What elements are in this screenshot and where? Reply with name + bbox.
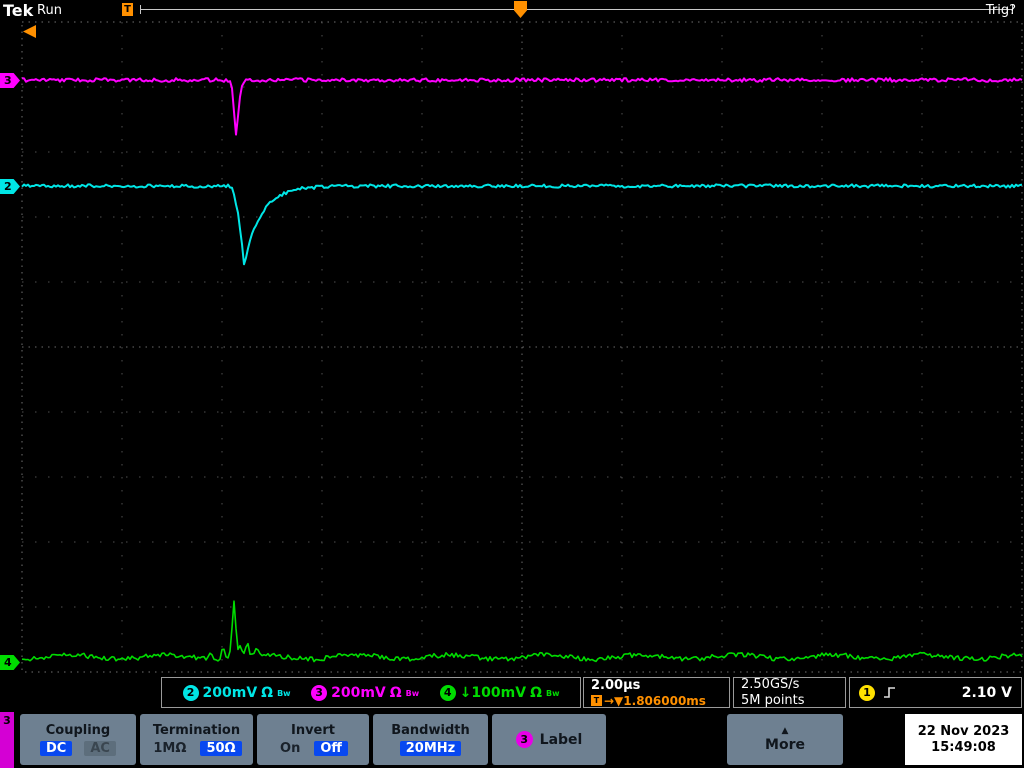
sample-rate: 2.50GS/s <box>741 677 800 692</box>
trigger-position-value: →▼1.806000ms <box>604 693 706 708</box>
timebase-readout[interactable]: 2.00µs T →▼1.806000ms <box>583 677 730 708</box>
chevron-up-icon: ▲ <box>781 726 789 736</box>
graticule <box>21 21 1023 673</box>
termination-title: Termination <box>152 723 241 738</box>
trigger-level-value: 2.10 V <box>961 684 1012 701</box>
datetime-display: 22 Nov 2023 15:49:08 <box>905 714 1022 765</box>
bandwidth-option-20mhz[interactable]: 20MHz <box>399 741 462 756</box>
ch2-badge-icon: 2 <box>182 684 199 701</box>
time-text: 15:49:08 <box>931 740 996 755</box>
ch2-scale: 200mV <box>202 684 258 701</box>
tek-logo: Tek <box>3 1 34 20</box>
more-button[interactable]: ▲ More <box>727 714 843 765</box>
ch3-badge-icon: 3 <box>311 684 328 701</box>
trigger-position-readout: T →▼1.806000ms <box>591 694 722 708</box>
termination-button[interactable]: Termination 1MΩ 50Ω <box>140 714 253 765</box>
ch4-scale: ↓100mV <box>459 684 527 701</box>
bandwidth-button[interactable]: Bandwidth 20MHz <box>373 714 488 765</box>
trigger-time-icon: T <box>122 3 133 16</box>
ch2-readout[interactable]: 2 200mV Ω Bw <box>182 684 291 701</box>
ch4-bandwidth-limit-icon: Bw <box>545 688 560 698</box>
menu-channel-indicator: 3 <box>0 712 14 768</box>
termination-option-50ohm[interactable]: 50Ω <box>200 741 242 756</box>
invert-button[interactable]: Invert On Off <box>257 714 369 765</box>
label-channel-badge: 3 <box>515 731 533 748</box>
channel-menu-bar: 3 Coupling DC AC Termination 1MΩ 50Ω Inv… <box>0 712 1024 768</box>
ch3-bandwidth-limit-icon: Bw <box>405 688 420 698</box>
coupling-option-dc[interactable]: DC <box>40 741 73 756</box>
date-text: 22 Nov 2023 <box>917 724 1010 739</box>
acquisition-readout[interactable]: 2.50GS/s 5M points <box>733 677 846 708</box>
timebase-scale: 2.00µs <box>591 677 641 693</box>
label-button[interactable]: 3 Label <box>492 714 606 765</box>
coupling-title: Coupling <box>45 723 111 738</box>
more-title: More <box>765 737 805 753</box>
ch3-readout[interactable]: 3 200mV Ω Bw <box>311 684 420 701</box>
trigger-status-text: Trig? <box>985 3 1016 18</box>
record-view-left-bracket <box>140 5 141 14</box>
acquisition-status: Run <box>37 3 62 18</box>
label-title: Label <box>539 731 583 748</box>
top-status-bar: Tek Run T Trig? <box>0 0 1024 20</box>
ch4-readout[interactable]: 4 ↓100mV Ω Bw <box>439 684 560 701</box>
oscilloscope-screen: Tek Run T Trig? 3 2 4 2 200mV Ω Bw 3 200… <box>0 0 1024 768</box>
channel-readouts: 2 200mV Ω Bw 3 200mV Ω Bw 4 ↓100mV Ω Bw <box>161 677 581 708</box>
edge-slope-icon <box>884 687 895 698</box>
invert-option-on[interactable]: On <box>278 741 302 756</box>
termination-option-1mohm[interactable]: 1MΩ <box>151 741 188 756</box>
ch2-impedance: Ω <box>261 684 274 701</box>
coupling-button[interactable]: Coupling DC AC <box>20 714 136 765</box>
ch4-badge-icon: 4 <box>439 684 456 701</box>
ch2-bandwidth-limit-icon: Bw <box>277 688 291 698</box>
grid-lines <box>21 21 1023 673</box>
coupling-option-ac[interactable]: AC <box>84 741 116 756</box>
bandwidth-title: Bandwidth <box>391 723 470 738</box>
trace-ch4 <box>21 600 1023 663</box>
ch4-impedance: Ω <box>530 684 542 701</box>
ch3-scale: 200mV <box>331 684 386 701</box>
record-length: 5M points <box>741 693 805 708</box>
invert-option-off[interactable]: Off <box>314 741 348 756</box>
trigger-t-icon: T <box>591 695 602 706</box>
trigger-readout[interactable]: 1 2.10 V <box>849 677 1022 708</box>
record-view-line <box>140 9 1013 10</box>
ch3-impedance: Ω <box>389 684 402 701</box>
trigger-source-badge: 1 <box>859 684 875 701</box>
invert-title: Invert <box>290 723 335 738</box>
